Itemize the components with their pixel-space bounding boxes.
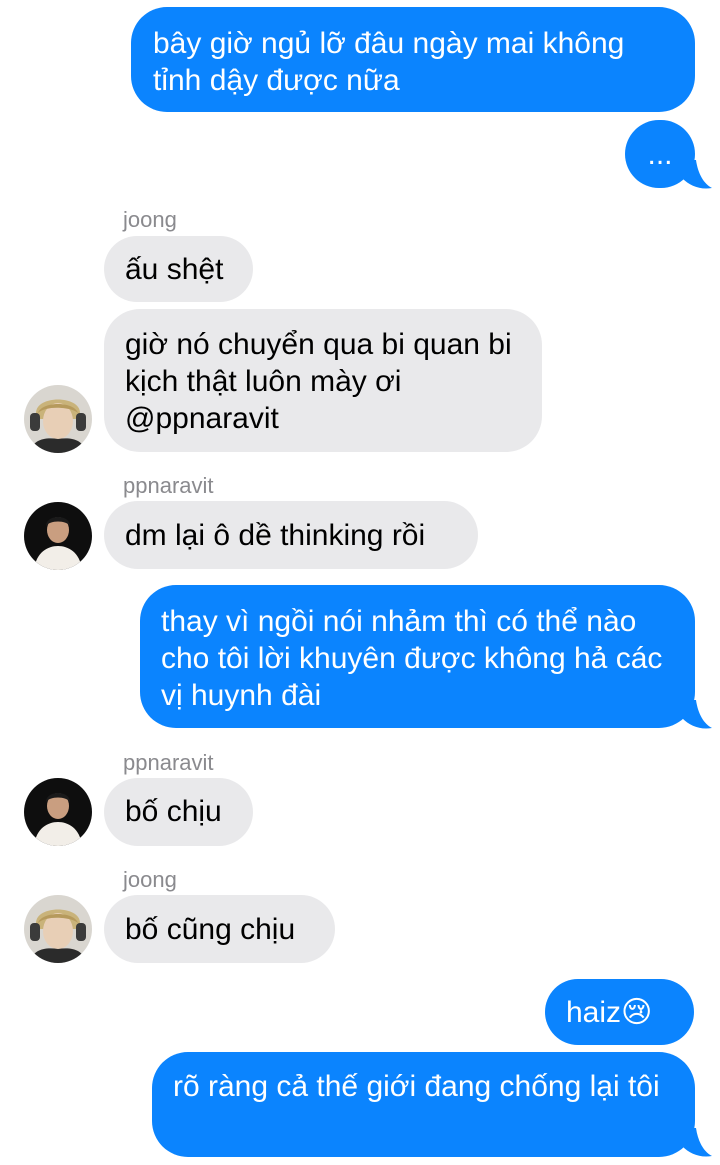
message-text: bố chịu <box>125 795 222 828</box>
incoming-message-bubble[interactable]: ấu shệt <box>104 236 253 302</box>
outgoing-message-bubble[interactable]: bây giờ ngủ lỡ đâu ngày mai không tỉnh d… <box>131 7 695 112</box>
outgoing-message-bubble[interactable]: thay vì ngồi nói nhảm thì có thể nào cho… <box>140 585 695 728</box>
sender-name: ppnaravit <box>123 750 214 775</box>
message-text: thay vì ngồi nói nhảm thì có thể nào cho… <box>161 605 663 712</box>
message-text: bây giờ ngủ lỡ đâu ngày mai không tỉnh d… <box>153 27 625 97</box>
incoming-message-bubble[interactable]: bố cũng chịu <box>104 895 335 963</box>
message-text: rõ ràng cả thế giới đang chống lại tôi <box>173 1070 660 1103</box>
avatar-ppnaravit[interactable] <box>24 502 92 570</box>
message-text: ... <box>647 138 673 171</box>
message-text: bố cũng chịu <box>125 913 296 946</box>
message-text: giờ nó chuyển qua bi quan bi kịch thật l… <box>125 328 512 435</box>
outgoing-message-bubble[interactable]: rõ ràng cả thế giới đang chống lại tôi <box>152 1052 695 1157</box>
bubble-tail-icon <box>682 1128 712 1157</box>
crying-face-emoji-icon: 😢 <box>621 996 653 1029</box>
message-text: haiz <box>566 996 622 1029</box>
avatar-ppnaravit[interactable] <box>24 778 92 846</box>
outgoing-message-bubble[interactable]: haiz😢 <box>545 979 694 1045</box>
avatar-joong[interactable] <box>24 385 92 453</box>
avatar-joong[interactable] <box>24 895 92 963</box>
message-text: dm lại ô dề thinking rồi <box>125 519 426 552</box>
sender-name: ppnaravit <box>123 473 214 498</box>
message-text: ấu shệt <box>125 253 224 286</box>
sender-name: joong <box>123 867 177 892</box>
sender-name: joong <box>123 207 177 232</box>
bubble-tail-icon <box>682 160 712 189</box>
incoming-message-bubble[interactable]: dm lại ô dề thinking rồi <box>104 501 478 569</box>
incoming-message-bubble[interactable]: bố chịu <box>104 778 253 846</box>
bubble-tail-icon <box>682 700 712 729</box>
incoming-message-bubble[interactable]: giờ nó chuyển qua bi quan bi kịch thật l… <box>104 309 542 452</box>
